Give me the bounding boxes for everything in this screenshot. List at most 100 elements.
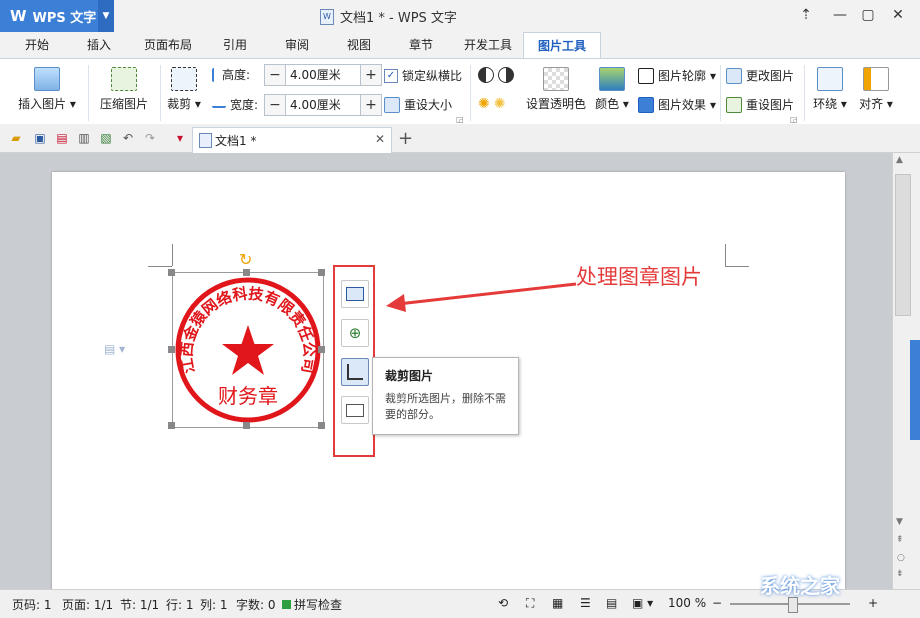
tab-home[interactable]: 开始 [12,32,62,58]
reset-picture-button[interactable]: 重设图片 [726,96,794,113]
status-row: 行: 1 [166,598,194,612]
window-title-text: 文档1 * - WPS 文字 [340,11,457,26]
set-transparent-button[interactable]: 设置透明色 [524,67,588,112]
picture-effect-button[interactable]: 图片效果 ▾ [638,96,716,113]
increase-height-button[interactable]: + [361,65,381,85]
document-tab[interactable]: 文档1 * ✕ [192,127,392,153]
zoom-slider-thumb[interactable] [788,597,798,613]
new-tab-button[interactable]: + [398,128,413,149]
resize-handle[interactable] [168,269,175,276]
web-view-icon[interactable]: ▤ [606,596,617,610]
tab-view[interactable]: 视图 [334,32,384,58]
resize-handle[interactable] [243,422,250,429]
crop-icon [171,67,197,91]
chevron-down-icon[interactable]: ▼ [98,0,114,32]
resize-handle[interactable] [318,346,325,353]
export-pdf-icon[interactable]: ▤ [54,130,70,146]
focus-mode-icon[interactable]: ⛶ [526,596,534,611]
maximize-button[interactable]: ▢ [856,4,880,26]
upload-icon[interactable]: ⇡ [794,4,818,26]
picture-outline-button[interactable]: 图片轮廓 ▾ [638,67,716,84]
scroll-down-icon[interactable]: ▼ [896,517,903,527]
scroll-up-icon[interactable]: ▲ [896,155,903,165]
reset-size-button[interactable]: 重设大小 [384,96,452,113]
zoom-image-button[interactable]: ⊕ [341,319,369,347]
ribbon: 插入图片 ▾ 压缩图片 裁剪 ▾ 高度: − 4.00厘米 + 宽度: − 4.… [0,58,920,126]
image-more-button[interactable] [341,396,369,424]
zoom-in-button[interactable]: + [868,596,878,610]
close-tab-icon[interactable]: ✕ [375,132,385,146]
decrease-width-button[interactable]: − [265,95,285,115]
reading-view-icon[interactable]: ▣ ▾ [632,596,653,610]
width-input[interactable]: 4.00厘米 [285,95,361,115]
previous-page-icon[interactable]: ⇞ [896,535,904,545]
tab-insert[interactable]: 插入 [74,32,124,58]
width-stepper[interactable]: − 4.00厘米 + [264,94,382,116]
tab-references[interactable]: 引用 [210,32,260,58]
customize-toolbar-icon[interactable]: ▾ [172,130,188,146]
paragraph-layout-icon[interactable]: ▤ ▾ [104,342,125,356]
document-icon [199,133,212,148]
close-button[interactable]: ✕ [886,4,910,26]
change-picture-button[interactable]: 更改图片 [726,67,794,84]
watermark-logo: 系统之家 [760,574,840,598]
checkbox-checked-icon[interactable]: ✓ [384,68,398,83]
stamp-image[interactable]: 江西金猿网络科技有限责任公司 财务章 [172,272,324,428]
stamp-star-icon [222,325,274,375]
align-button[interactable]: 对齐 ▾ [856,67,896,112]
page-view-icon[interactable]: ▦ [552,596,563,610]
select-browse-icon[interactable]: ○ [897,553,905,563]
spellcheck-button[interactable]: 拼写检查 [282,596,342,613]
side-panel-toggle[interactable] [910,340,920,440]
zoom-level[interactable]: 100 % [668,596,706,610]
history-icon[interactable]: ⟲ [498,596,508,610]
decrease-height-button[interactable]: − [265,65,285,85]
app-menu-button[interactable]: W WPS 文字 ▼ [0,0,114,32]
tab-review[interactable]: 审阅 [272,32,322,58]
resize-handle[interactable] [168,422,175,429]
resize-handle[interactable] [318,269,325,276]
undo-icon[interactable]: ↶ [120,130,136,146]
brightness-increase-icon[interactable]: ✺ [478,96,490,112]
annotation-text: 处理图章图片 [576,265,702,289]
color-button[interactable]: 颜色 ▾ [594,67,630,112]
redo-icon[interactable]: ↷ [142,130,158,146]
wrap-button[interactable]: 环绕 ▾ [810,67,850,112]
print-icon[interactable]: ▥ [76,130,92,146]
zoom-in-icon: ⊕ [348,324,362,342]
next-page-icon[interactable]: ⇟ [896,569,904,579]
dialog-launcher-icon[interactable]: ◲ [456,115,464,124]
scrollbar-thumb[interactable] [895,174,911,316]
brightness-buttons[interactable]: ✺ ✺ [478,96,505,112]
outline-view-icon[interactable]: ☰ [580,596,591,610]
zoom-out-button[interactable]: − [712,596,722,610]
height-input[interactable]: 4.00厘米 [285,65,361,85]
resize-handle[interactable] [243,269,250,276]
tab-chapter[interactable]: 章节 [396,32,446,58]
tab-picture-tools[interactable]: 图片工具 [523,32,601,59]
open-folder-icon[interactable]: ▰ [8,130,24,146]
increase-width-button[interactable]: + [361,95,381,115]
lock-ratio-checkbox[interactable]: ✓ 锁定纵横比 [384,67,462,84]
height-stepper[interactable]: − 4.00厘米 + [264,64,382,86]
tab-page-layout[interactable]: 页面布局 [136,32,200,58]
tab-developer[interactable]: 开发工具 [456,32,520,58]
dialog-launcher-icon[interactable]: ◲ [790,115,798,124]
contrast-increase-icon[interactable] [478,67,494,83]
contrast-decrease-icon[interactable] [498,67,514,83]
save-icon[interactable]: ▣ [32,130,48,146]
crop-image-button[interactable] [341,358,369,386]
crop-button[interactable]: 裁剪 ▾ [164,67,204,112]
minimize-button[interactable]: — [828,4,852,26]
resize-handle[interactable] [318,422,325,429]
image-layout-button[interactable] [341,280,369,308]
resize-handle[interactable] [168,346,175,353]
brightness-decrease-icon[interactable]: ✺ [494,96,506,112]
separator [160,65,161,121]
insert-picture-button[interactable]: 插入图片 ▾ [14,67,80,112]
width-icon [212,102,226,108]
rotate-handle-icon[interactable]: ↻ [239,250,252,269]
print-preview-icon[interactable]: ▧ [98,130,114,146]
contrast-buttons[interactable] [478,67,514,83]
compress-picture-button[interactable]: 压缩图片 [96,67,152,112]
